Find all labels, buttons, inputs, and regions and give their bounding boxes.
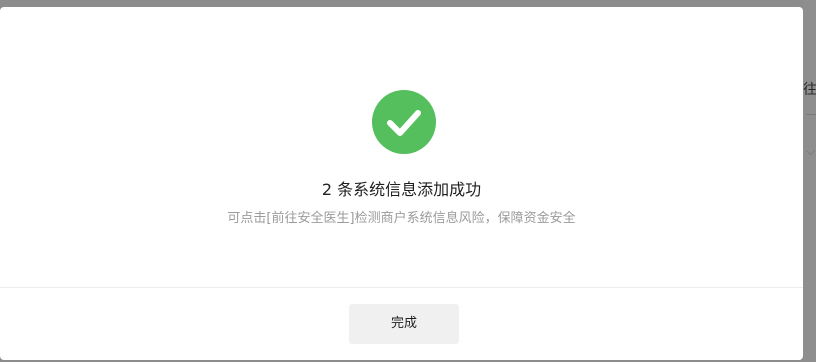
background-divider <box>806 114 816 115</box>
chevron-down-icon: ⌵ <box>806 144 816 158</box>
dialog-title: 2 条系统信息添加成功 <box>321 180 482 199</box>
dialog-subtitle: 可点击[前往安全医生]检测商户系统信息风险，保障资金安全 <box>227 211 576 226</box>
checkmark-circle-icon <box>372 90 436 154</box>
footer-divider <box>0 287 803 288</box>
background-page <box>803 0 816 362</box>
done-button[interactable]: 完成 <box>349 304 459 344</box>
success-dialog: 2 条系统信息添加成功 可点击[前往安全医生]检测商户系统信息风险，保障资金安全… <box>0 7 803 360</box>
background-partial-text: 往安 <box>803 82 816 98</box>
